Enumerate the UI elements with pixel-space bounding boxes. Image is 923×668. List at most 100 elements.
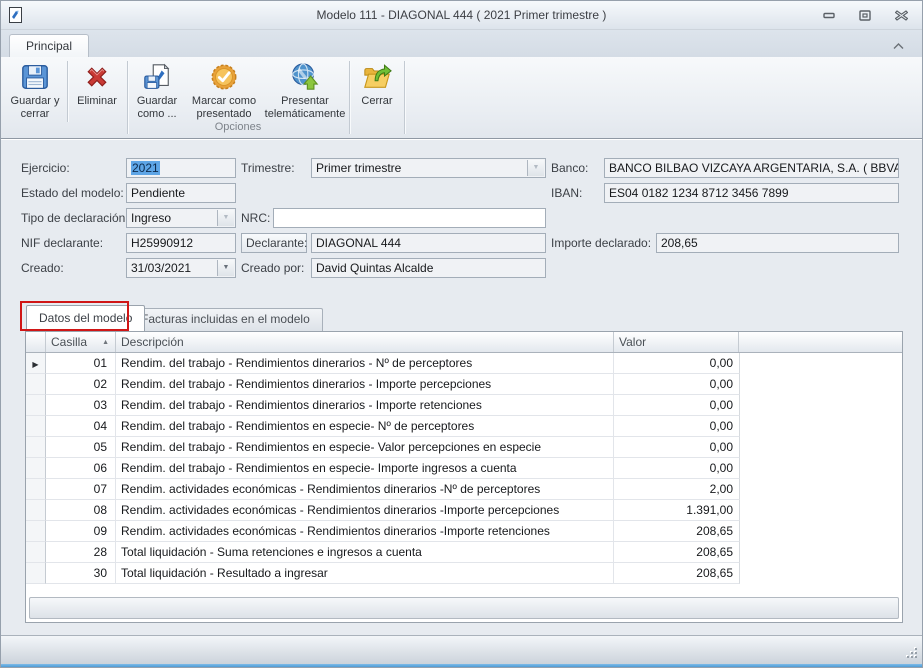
minimize-button[interactable] bbox=[818, 6, 840, 24]
table-row[interactable]: 04Rendim. del trabajo - Rendimientos en … bbox=[26, 416, 740, 437]
column-header-valor[interactable]: Valor bbox=[614, 332, 739, 352]
restore-button[interactable] bbox=[854, 6, 876, 24]
table-row[interactable]: 09Rendim. actividades económicas - Rendi… bbox=[26, 521, 740, 542]
cell-valor[interactable]: 2,00 bbox=[614, 479, 740, 500]
cell-valor[interactable]: 0,00 bbox=[614, 458, 740, 479]
table-row[interactable]: 02Rendim. del trabajo - Rendimientos din… bbox=[26, 374, 740, 395]
collapse-ribbon-icon[interactable] bbox=[890, 39, 906, 53]
cell-casilla[interactable]: 04 bbox=[46, 416, 116, 437]
folder-exit-icon bbox=[360, 60, 394, 94]
table-row[interactable]: 06Rendim. del trabajo - Rendimientos en … bbox=[26, 458, 740, 479]
present-online-button[interactable]: Presentar telemáticamente bbox=[263, 60, 347, 122]
tab-facturas-incluidas[interactable]: Facturas incluidas en el modelo bbox=[128, 308, 323, 331]
cell-valor[interactable]: 208,65 bbox=[614, 521, 740, 542]
column-header-casilla[interactable]: Casilla▲ bbox=[46, 332, 116, 352]
declarante-dropdown-button[interactable]: Declarante: ▼ bbox=[241, 233, 307, 253]
tab-principal[interactable]: Principal bbox=[9, 34, 89, 57]
row-selector-cell[interactable] bbox=[26, 500, 46, 521]
tipo-declaracion-label: Tipo de declaración: bbox=[21, 208, 129, 228]
creado-por-field[interactable]: David Quintas Alcalde bbox=[311, 258, 546, 278]
nrc-input[interactable] bbox=[273, 208, 546, 228]
delete-button[interactable]: Eliminar bbox=[69, 60, 125, 122]
cell-descripcion[interactable]: Total liquidación - Resultado a ingresar bbox=[116, 563, 614, 584]
cell-descripcion[interactable]: Rendim. del trabajo - Rendimientos diner… bbox=[116, 353, 614, 374]
status-bar bbox=[1, 635, 922, 664]
importe-declarado-value: 208,65 bbox=[661, 236, 698, 250]
table-row[interactable]: 03Rendim. del trabajo - Rendimientos din… bbox=[26, 395, 740, 416]
table-row[interactable]: ▶01Rendim. del trabajo - Rendimientos di… bbox=[26, 353, 740, 374]
cell-valor[interactable]: 0,00 bbox=[614, 353, 740, 374]
cell-descripcion[interactable]: Rendim. actividades económicas - Rendimi… bbox=[116, 521, 614, 542]
cell-descripcion[interactable]: Rendim. del trabajo - Rendimientos diner… bbox=[116, 395, 614, 416]
declarante-field[interactable]: DIAGONAL 444 bbox=[311, 233, 546, 253]
table-row[interactable]: 05Rendim. del trabajo - Rendimientos en … bbox=[26, 437, 740, 458]
save-and-close-button[interactable]: Guardar y cerrar bbox=[5, 60, 65, 122]
creado-date-combo[interactable]: 31/03/2021 ▼ bbox=[126, 258, 236, 278]
cell-valor[interactable]: 0,00 bbox=[614, 395, 740, 416]
row-selector-cell[interactable]: ▶ bbox=[26, 353, 46, 374]
cell-descripcion[interactable]: Rendim. del trabajo - Rendimientos en es… bbox=[116, 437, 614, 458]
cell-casilla[interactable]: 06 bbox=[46, 458, 116, 479]
estado-label: Estado del modelo: bbox=[21, 183, 124, 203]
cell-descripcion[interactable]: Rendim. del trabajo - Rendimientos diner… bbox=[116, 374, 614, 395]
banco-value: BANCO BILBAO VIZCAYA ARGENTARIA, S.A. ( … bbox=[609, 161, 899, 175]
table-row[interactable]: 30Total liquidación - Resultado a ingres… bbox=[26, 563, 740, 584]
ribbon: Guardar y cerrar Eliminar bbox=[1, 57, 922, 139]
importe-declarado-field[interactable]: 208,65 bbox=[656, 233, 899, 253]
cell-descripcion[interactable]: Rendim. del trabajo - Rendimientos en es… bbox=[116, 458, 614, 479]
row-selector-cell[interactable] bbox=[26, 395, 46, 416]
tab-datos-del-modelo[interactable]: Datos del modelo bbox=[26, 305, 145, 331]
iban-value: ES04 0182 1234 8712 3456 7899 bbox=[609, 186, 789, 200]
row-selector-cell[interactable] bbox=[26, 479, 46, 500]
cell-descripcion[interactable]: Rendim. actividades económicas - Rendimi… bbox=[116, 500, 614, 521]
cell-casilla[interactable]: 02 bbox=[46, 374, 116, 395]
cell-casilla[interactable]: 03 bbox=[46, 395, 116, 416]
estado-field[interactable]: Pendiente bbox=[126, 183, 236, 203]
table-row[interactable]: 07Rendim. actividades económicas - Rendi… bbox=[26, 479, 740, 500]
resize-grip[interactable] bbox=[906, 648, 917, 659]
cell-casilla[interactable]: 01 bbox=[46, 353, 116, 374]
cell-valor[interactable]: 1.391,00 bbox=[614, 500, 740, 521]
cell-casilla[interactable]: 07 bbox=[46, 479, 116, 500]
cell-descripcion[interactable]: Total liquidación - Suma retenciones e i… bbox=[116, 542, 614, 563]
detail-tabstrip: Datos del modelo Facturas incluidas en e… bbox=[1, 301, 922, 331]
nif-declarante-field[interactable]: H25990912 bbox=[126, 233, 236, 253]
iban-field[interactable]: ES04 0182 1234 8712 3456 7899 bbox=[604, 183, 899, 203]
close-form-button[interactable]: Cerrar bbox=[351, 60, 403, 122]
globe-upload-icon bbox=[288, 60, 322, 94]
cell-descripcion[interactable]: Rendim. actividades económicas - Rendimi… bbox=[116, 479, 614, 500]
cell-casilla[interactable]: 09 bbox=[46, 521, 116, 542]
cell-valor[interactable]: 208,65 bbox=[614, 563, 740, 584]
cell-casilla[interactable]: 30 bbox=[46, 563, 116, 584]
window-bottom-edge bbox=[1, 664, 922, 667]
chevron-down-icon[interactable]: ▼ bbox=[217, 210, 234, 226]
save-as-button[interactable]: Guardar como ... bbox=[129, 60, 185, 122]
ejercicio-field[interactable]: 2021 bbox=[126, 158, 236, 178]
present-online-label: Presentar telemáticamente bbox=[263, 95, 347, 121]
cell-descripcion[interactable]: Rendim. del trabajo - Rendimientos en es… bbox=[116, 416, 614, 437]
cell-valor[interactable]: 0,00 bbox=[614, 374, 740, 395]
mark-presented-button[interactable]: Marcar como presentado bbox=[187, 60, 261, 122]
close-button[interactable] bbox=[890, 6, 912, 24]
cell-casilla[interactable]: 08 bbox=[46, 500, 116, 521]
table-row[interactable]: 08Rendim. actividades económicas - Rendi… bbox=[26, 500, 740, 521]
cell-casilla[interactable]: 28 bbox=[46, 542, 116, 563]
row-selector-cell[interactable] bbox=[26, 416, 46, 437]
row-selector-cell[interactable] bbox=[26, 563, 46, 584]
trimestre-combo[interactable]: Primer trimestre ▼ bbox=[311, 158, 546, 178]
banco-field[interactable]: BANCO BILBAO VIZCAYA ARGENTARIA, S.A. ( … bbox=[604, 158, 899, 178]
row-selector-cell[interactable] bbox=[26, 542, 46, 563]
row-selector-cell[interactable] bbox=[26, 521, 46, 542]
tipo-declaracion-combo[interactable]: Ingreso ▼ bbox=[126, 208, 236, 228]
cell-casilla[interactable]: 05 bbox=[46, 437, 116, 458]
cell-valor[interactable]: 0,00 bbox=[614, 437, 740, 458]
cell-valor[interactable]: 208,65 bbox=[614, 542, 740, 563]
row-selector-cell[interactable] bbox=[26, 458, 46, 479]
table-row[interactable]: 28Total liquidación - Suma retenciones e… bbox=[26, 542, 740, 563]
row-selector-cell[interactable] bbox=[26, 437, 46, 458]
row-selector-cell[interactable] bbox=[26, 374, 46, 395]
chevron-down-icon[interactable]: ▼ bbox=[217, 260, 234, 276]
chevron-down-icon[interactable]: ▼ bbox=[527, 160, 544, 176]
cell-valor[interactable]: 0,00 bbox=[614, 416, 740, 437]
column-header-descripcion[interactable]: Descripción bbox=[116, 332, 614, 352]
